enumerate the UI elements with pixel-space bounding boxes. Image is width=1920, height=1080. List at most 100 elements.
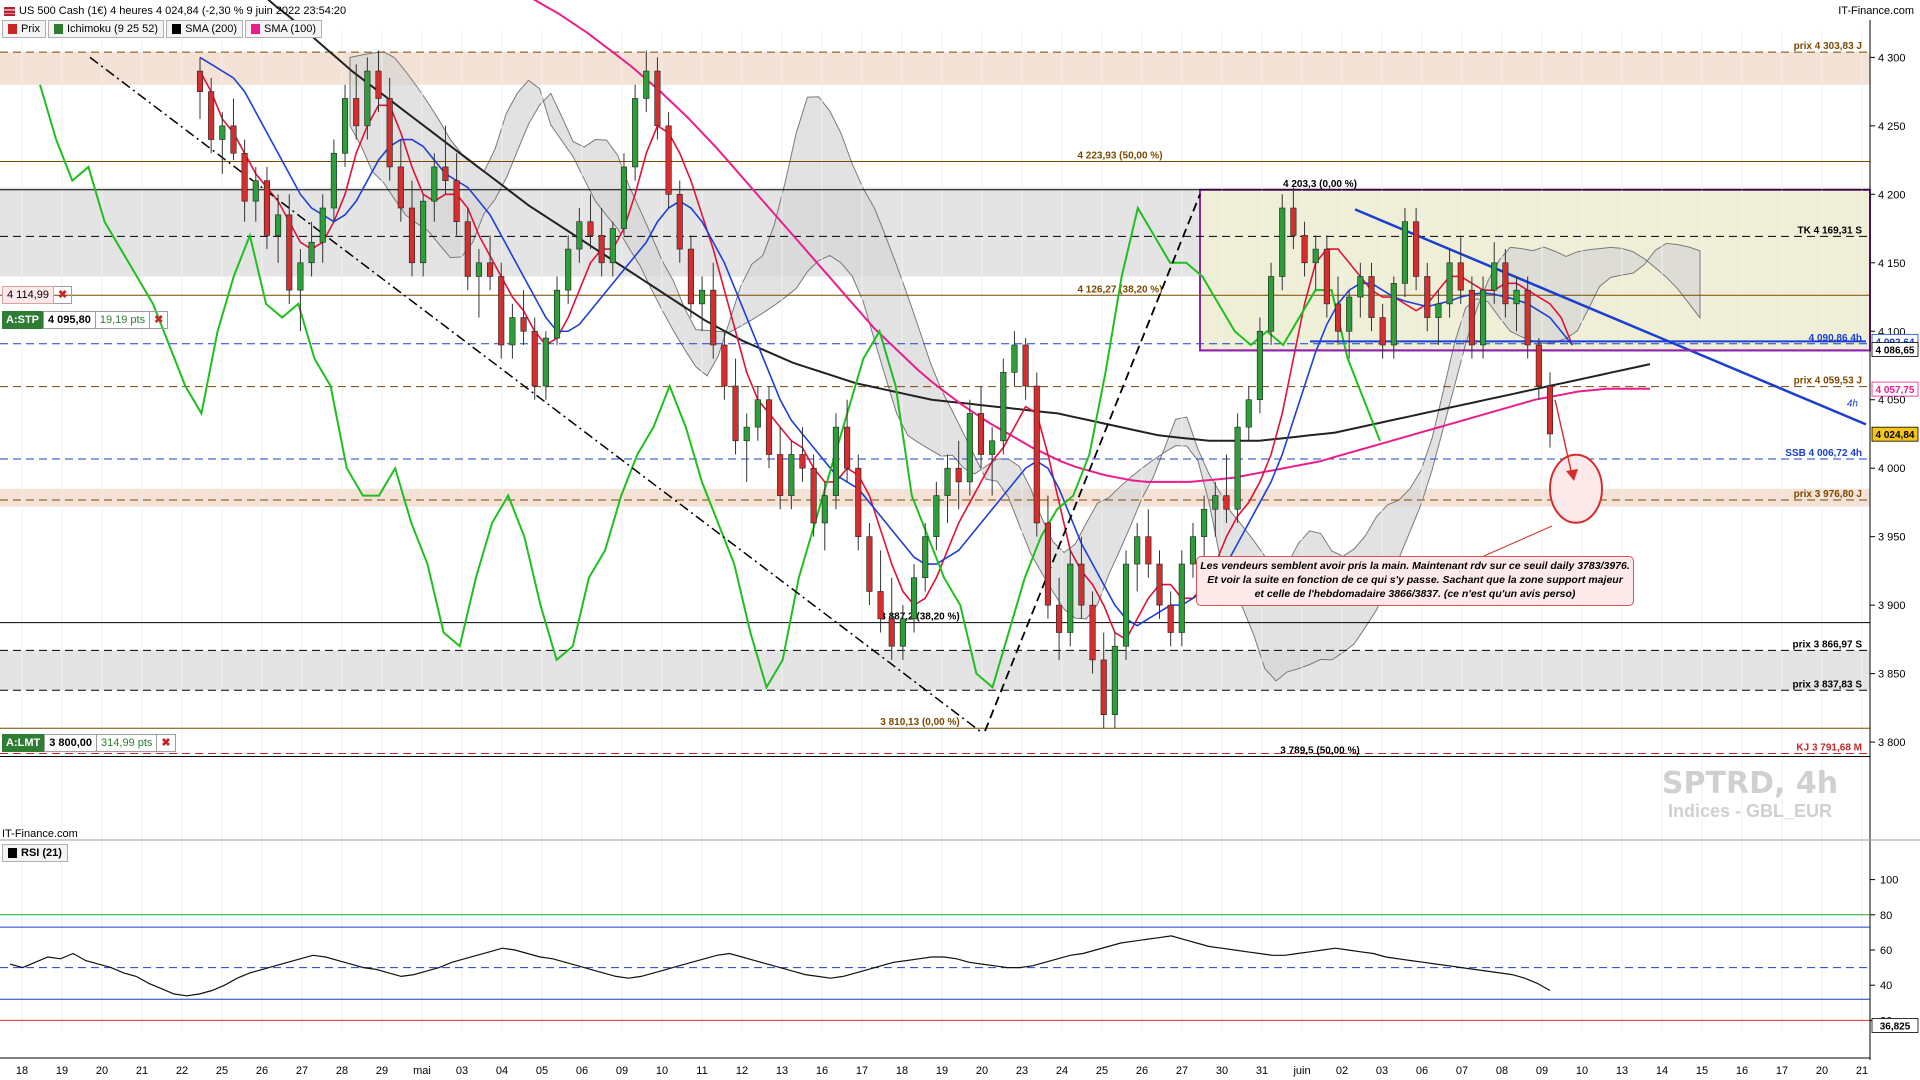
legend-swatch-price <box>8 24 17 34</box>
candle-body <box>699 289 706 305</box>
y-tick-label: 3 850 <box>1878 669 1906 681</box>
price-alert-close-icon[interactable]: ✖ <box>54 286 73 304</box>
candle-body <box>989 440 996 455</box>
candle-body <box>1368 276 1375 318</box>
candle-body <box>754 399 761 428</box>
price-tag-label: 4 024,84 <box>1876 430 1915 441</box>
candle-body <box>1134 536 1141 565</box>
x-tick-label: 27 <box>296 1065 308 1077</box>
candle-body <box>1279 207 1286 277</box>
candle-body <box>977 413 985 455</box>
legend-swatch-sma100 <box>251 24 261 34</box>
candle-body <box>643 70 650 99</box>
stop-order-close-icon[interactable]: ✖ <box>150 311 169 329</box>
candle-body <box>1268 276 1275 332</box>
candle-body <box>732 385 739 442</box>
price-level-label: prix 3 866,97 S <box>1793 639 1863 650</box>
candle-body <box>955 467 962 483</box>
price-level-label: 4 223,93 (50,00 %) <box>1077 151 1162 162</box>
x-tick-label: 30 <box>1216 1065 1228 1077</box>
candle-body <box>866 536 873 592</box>
source-label: IT-Finance.com <box>2 828 78 840</box>
legend-label-sma100: SMA (100) <box>264 23 316 35</box>
price-level-label: TK 4 169,31 S <box>1798 225 1863 236</box>
legend-swatch-ichimoku <box>53 24 63 34</box>
x-tick-label: 20 <box>96 1065 108 1077</box>
x-tick-label: 24 <box>1056 1065 1068 1077</box>
y-tick-label: 4 050 <box>1878 395 1906 407</box>
candle-body <box>464 221 471 277</box>
candle-body <box>498 276 505 346</box>
y-tick-label: 4 000 <box>1878 463 1906 475</box>
price-tag-label: 4 057,75 <box>1876 385 1915 396</box>
candle-body <box>1044 522 1051 606</box>
candle-body <box>910 577 918 620</box>
x-tick-label: 23 <box>1016 1065 1028 1077</box>
symbol-watermark: SPTRD, 4h Indices - GBL_EUR <box>1650 766 1850 822</box>
x-tick-label: 28 <box>336 1065 348 1077</box>
candle-body <box>1156 563 1163 606</box>
y-tick-label: 3 800 <box>1878 737 1906 749</box>
legend-item-price[interactable]: Prix <box>2 20 46 38</box>
stop-order-points: 19,19 pts <box>95 311 151 329</box>
candle-body <box>1301 235 1308 264</box>
candle-body <box>275 214 282 236</box>
x-tick-label: 08 <box>1496 1065 1508 1077</box>
candle-body <box>576 221 583 250</box>
x-tick-label: 14 <box>1656 1065 1668 1077</box>
candle-body <box>1491 262 1498 291</box>
candle-body <box>1546 385 1554 435</box>
legend-item-sma200[interactable]: SMA (200) <box>166 20 244 38</box>
candle-body <box>888 618 895 647</box>
candle-body <box>665 125 672 195</box>
limit-order-close-icon[interactable]: ✖ <box>157 734 176 752</box>
candle-body <box>1223 495 1230 510</box>
candle-body <box>397 166 404 209</box>
candle-body <box>1256 330 1263 401</box>
candle-body <box>1312 248 1319 264</box>
candle-body <box>520 317 527 332</box>
rsi-legend[interactable]: RSI (21) <box>2 844 68 862</box>
candle-body <box>721 344 728 387</box>
target-circle <box>1549 453 1603 524</box>
candle-body <box>408 207 416 264</box>
x-tick-label: 13 <box>776 1065 788 1077</box>
price-alert-value: 4 114,99 <box>2 286 55 304</box>
x-tick-label: 15 <box>1696 1065 1708 1077</box>
candle-body <box>799 454 806 469</box>
candle-body <box>1513 289 1520 305</box>
x-tick-label: 09 <box>616 1065 628 1077</box>
price-alert-box[interactable]: 4 114,99 ✖ <box>2 286 73 304</box>
price-level-label: 3 810,13 (0,00 %) <box>880 717 960 728</box>
y-tick-label: 3 900 <box>1878 600 1906 612</box>
x-tick-label: 03 <box>456 1065 468 1077</box>
candle-body <box>353 98 360 127</box>
x-tick-label: 26 <box>256 1065 268 1077</box>
x-tick-label: 26 <box>1136 1065 1148 1077</box>
candle-body <box>1524 289 1531 346</box>
candle-body <box>609 228 616 264</box>
candle-body <box>1178 563 1185 633</box>
price-level-label: 3 789,5 (50,00 %) <box>1280 745 1360 756</box>
candle-body <box>431 166 438 202</box>
candle-body <box>1078 563 1085 606</box>
x-tick-label: mai <box>413 1065 431 1077</box>
legend-item-sma100[interactable]: SMA (100) <box>245 20 322 38</box>
x-tick-label: 27 <box>1176 1065 1188 1077</box>
limit-order-box[interactable]: A:LMT 3 800,00 314,99 pts ✖ <box>2 734 176 752</box>
price-tag-label: 4 086,65 <box>1876 346 1915 357</box>
candle-body <box>777 454 784 496</box>
us-flag-icon <box>4 6 15 16</box>
price-level-label: 4 203,3 (0,00 %) <box>1283 179 1357 190</box>
candle-body <box>297 262 304 291</box>
candle-body <box>1201 508 1208 537</box>
x-tick-label: 19 <box>56 1065 68 1077</box>
candle-body <box>252 180 259 202</box>
candle-body <box>1480 289 1487 346</box>
limit-order-points: 314,99 pts <box>97 734 158 752</box>
analysis-note: Les vendeurs semblent avoir pris la main… <box>1196 556 1634 606</box>
chart-title: US 500 Cash (1€) 4 heures 4 024,84 (-2,3… <box>4 5 346 17</box>
legend-item-ichimoku[interactable]: Ichimoku (9 25 52) <box>47 20 165 38</box>
candle-body <box>230 125 237 154</box>
stop-order-box[interactable]: A:STP 4 095,80 19,19 pts ✖ <box>2 311 169 329</box>
